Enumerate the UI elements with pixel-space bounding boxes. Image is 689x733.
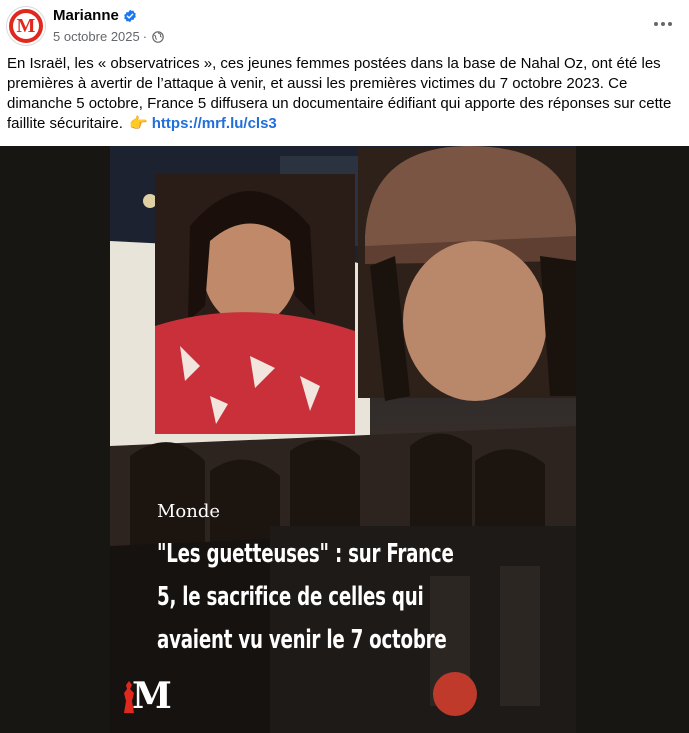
- meta-separator: ·: [142, 29, 148, 44]
- globe-icon: [152, 30, 164, 43]
- post-date[interactable]: 5 octobre 2025: [53, 29, 140, 44]
- avatar-letter: M: [16, 15, 36, 37]
- article-link[interactable]: https://mrf.lu/cls3: [152, 115, 277, 132]
- page-avatar[interactable]: M: [7, 7, 45, 45]
- verified-badge-icon: [124, 9, 136, 23]
- post-header: M Marianne 5 octobre 2025 ·: [0, 0, 689, 52]
- headline-line: avaient vu venir le 7 octobre: [157, 625, 447, 655]
- headline-line: "Les guetteuses" : sur France: [157, 539, 454, 569]
- article-cover-photo: Monde "Les guetteuses" : sur France 5, l…: [110, 146, 576, 733]
- avatar-logo: M: [13, 13, 39, 39]
- post-body-text: En Israël, les « observatrices », ces je…: [7, 55, 672, 132]
- post-image[interactable]: Monde "Les guetteuses" : sur France 5, l…: [0, 146, 689, 733]
- marianne-logo: M: [122, 676, 172, 716]
- pointing-hand-icon: 👉: [129, 115, 148, 132]
- article-headline: "Les guetteuses" : sur France 5, le sacr…: [157, 533, 469, 662]
- more-options-icon[interactable]: [648, 12, 678, 36]
- post-meta: 5 octobre 2025 ·: [53, 29, 164, 44]
- headline-line: 5, le sacrifice de celles qui: [157, 582, 424, 612]
- brand-letter: M: [132, 675, 172, 717]
- article-category: Monde: [157, 501, 221, 522]
- page-name[interactable]: Marianne: [53, 7, 119, 24]
- post-message: En Israël, les « observatrices », ces je…: [7, 54, 683, 134]
